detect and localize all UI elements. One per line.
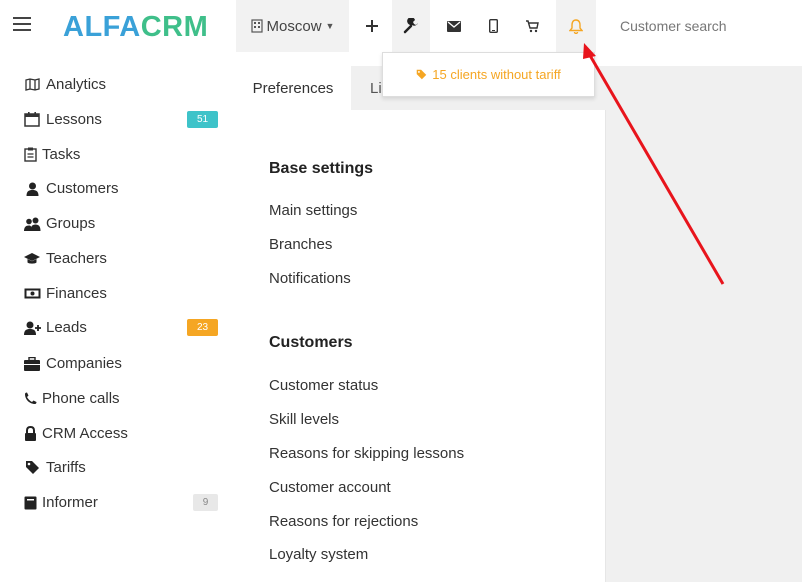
sidebar-item-companies[interactable]: Companies — [0, 347, 235, 380]
add-button[interactable] — [357, 0, 387, 52]
sidebar-item-label: Tariffs — [46, 459, 86, 476]
leads-count-badge: 23 — [187, 319, 218, 336]
building-icon — [250, 19, 263, 33]
sidebar-item-analytics[interactable]: Analytics — [0, 68, 235, 101]
clipboard-icon — [21, 147, 39, 163]
branch-selector[interactable]: Moscow ▼ — [236, 0, 349, 52]
mail-button[interactable] — [438, 0, 470, 52]
link-customer-account[interactable]: Customer account — [269, 479, 391, 496]
sidebar-item-label: Informer — [42, 494, 98, 511]
user-plus-icon — [23, 320, 41, 336]
sidebar-item-label: Finances — [46, 285, 107, 302]
tag-icon — [417, 69, 427, 80]
sidebar-item-teachers[interactable]: Teachers — [0, 242, 235, 275]
sidebar-item-label: Tasks — [42, 146, 81, 163]
calendar-icon — [23, 112, 41, 128]
sidebar-item-lessons[interactable]: Lessons 51 — [0, 103, 235, 136]
top-bar: ALFACRM Moscow ▼ — [0, 0, 802, 52]
sidebar-item-leads[interactable]: Leads 23 — [0, 311, 235, 344]
notification-text: 15 clients without tariff — [432, 67, 561, 82]
link-reasons-skipping-lessons[interactable]: Reasons for skipping lessons — [269, 445, 464, 462]
sidebar-item-label: Groups — [46, 215, 96, 232]
sidebar-item-label: Customers — [46, 180, 119, 197]
lessons-count-badge: 51 — [187, 111, 218, 128]
logo-crm: CRM — [140, 11, 209, 43]
sidebar-item-finances[interactable]: Finances — [0, 277, 235, 310]
bell-icon — [569, 18, 583, 34]
link-notifications[interactable]: Notifications — [269, 270, 351, 287]
logo[interactable]: ALFACRM — [63, 11, 208, 44]
tab-preferences[interactable]: Preferences — [235, 66, 351, 110]
section-title-base-settings: Base settings — [269, 160, 374, 177]
menu-icon[interactable] — [13, 17, 33, 33]
link-reasons-for-rejections[interactable]: Reasons for rejections — [269, 513, 418, 530]
notification-popup[interactable]: 15 clients without tariff — [382, 52, 595, 97]
lock-icon — [21, 426, 39, 442]
sidebar-item-label: CRM Access — [42, 425, 128, 442]
envelope-icon — [447, 20, 461, 32]
section-title-customers: Customers — [269, 334, 353, 351]
briefcase-icon — [23, 356, 41, 372]
link-customer-status[interactable]: Customer status — [269, 377, 378, 394]
notifications-button[interactable] — [556, 0, 596, 52]
plus-icon — [366, 20, 378, 32]
link-main-settings[interactable]: Main settings — [269, 202, 357, 219]
user-icon — [23, 181, 41, 197]
link-branches[interactable]: Branches — [269, 236, 332, 253]
sidebar-item-tariffs[interactable]: Tariffs — [0, 451, 235, 484]
sidebar-item-tasks[interactable]: Tasks — [0, 138, 235, 171]
mobile-button[interactable] — [478, 0, 508, 52]
customer-search-input[interactable] — [608, 0, 802, 52]
sidebar-item-groups[interactable]: Groups — [0, 207, 235, 240]
phone-icon — [21, 391, 39, 407]
graduation-cap-icon — [23, 251, 41, 267]
cart-button[interactable] — [516, 0, 548, 52]
users-icon — [23, 216, 41, 232]
link-loyalty-system[interactable]: Loyalty system — [269, 546, 368, 563]
logo-alfa: ALFA — [63, 11, 141, 43]
sidebar-item-informer[interactable]: Informer 9 — [0, 486, 235, 519]
link-skill-levels[interactable]: Skill levels — [269, 411, 339, 428]
sidebar-item-label: Teachers — [46, 250, 107, 267]
cart-icon — [526, 19, 539, 32]
money-icon — [23, 286, 41, 302]
informer-count-badge: 9 — [193, 494, 218, 511]
caret-down-icon: ▼ — [325, 21, 335, 31]
mobile-icon — [488, 19, 498, 33]
book-icon — [21, 495, 39, 511]
tag-icon — [23, 460, 41, 476]
sidebar-item-label: Companies — [46, 355, 122, 372]
sidebar-item-customers[interactable]: Customers — [0, 172, 235, 205]
sidebar-item-label: Analytics — [46, 76, 107, 93]
sidebar-item-label: Phone calls — [42, 390, 120, 407]
settings-button[interactable] — [392, 0, 430, 52]
wrench-icon — [403, 18, 418, 34]
map-icon — [23, 77, 41, 93]
sidebar-item-crm-access[interactable]: CRM Access — [0, 417, 235, 450]
sidebar-item-phone-calls[interactable]: Phone calls — [0, 382, 235, 415]
sidebar-item-label: Leads — [46, 319, 87, 336]
sidebar-item-label: Lessons — [46, 111, 102, 128]
branch-name: Moscow — [266, 17, 322, 35]
